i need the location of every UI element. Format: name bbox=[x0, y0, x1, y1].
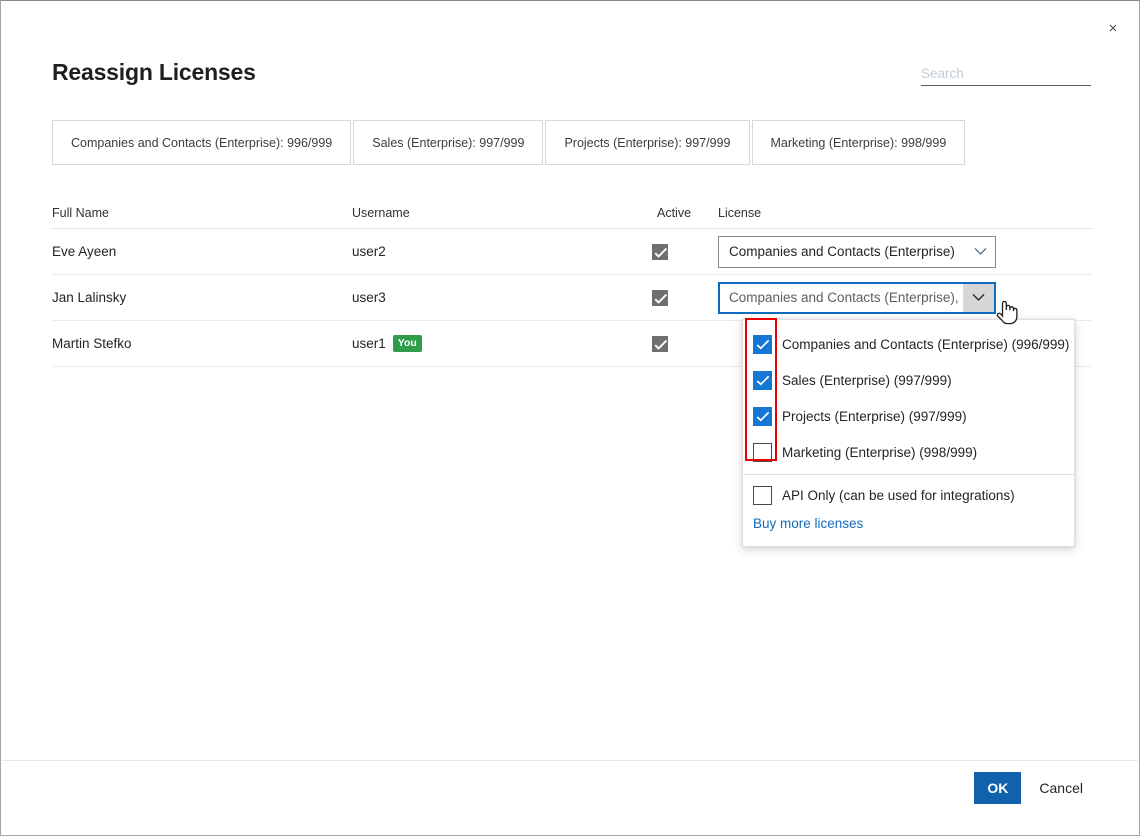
license-dropdown-panel: Companies and Contacts (Enterprise) (996… bbox=[742, 319, 1075, 547]
reassign-licenses-dialog: × Reassign Licenses Companies and Contac… bbox=[0, 0, 1140, 836]
cell-license: Companies and Contacts (Enterprise) bbox=[718, 235, 1092, 268]
username-text: user3 bbox=[352, 290, 386, 305]
cell-active bbox=[652, 243, 718, 260]
tab-label: Sales (Enterprise): 997/999 bbox=[372, 135, 525, 150]
option-label: API Only (can be used for integrations) bbox=[782, 487, 1015, 503]
tab-label: Marketing (Enterprise): 998/999 bbox=[770, 135, 947, 150]
tab-label: Projects (Enterprise): 997/999 bbox=[564, 135, 731, 150]
column-header-username: Username bbox=[352, 205, 410, 220]
tab-label: Companies and Contacts (Enterprise): 996… bbox=[71, 135, 333, 150]
table-header-row: Full Name Username Active License bbox=[52, 197, 1092, 229]
dialog-footer: OK Cancel bbox=[974, 772, 1087, 804]
option-label: Projects (Enterprise) (997/999) bbox=[782, 408, 967, 424]
dropdown-option-sales[interactable]: Sales (Enterprise) (997/999) bbox=[743, 362, 1074, 398]
dropdown-footer: Buy more licenses bbox=[743, 513, 1074, 546]
search-input[interactable] bbox=[921, 66, 1091, 86]
cell-full-name: Eve Ayeen bbox=[52, 244, 117, 259]
username-text: user1 bbox=[352, 336, 386, 351]
option-label: Sales (Enterprise) (997/999) bbox=[782, 372, 952, 388]
tab-sales[interactable]: Sales (Enterprise): 997/999 bbox=[353, 120, 544, 165]
license-combobox-open[interactable]: Companies and Contacts (Enterprise), bbox=[718, 281, 996, 314]
tab-marketing[interactable]: Marketing (Enterprise): 998/999 bbox=[751, 120, 966, 165]
license-combobox-value: Companies and Contacts (Enterprise) bbox=[729, 244, 955, 259]
table-row: Eve Ayeen user2 Companies and Contacts (… bbox=[52, 229, 1092, 275]
dropdown-option-marketing[interactable]: Marketing (Enterprise) (998/999) bbox=[743, 434, 1074, 470]
buy-more-licenses-link[interactable]: Buy more licenses bbox=[753, 516, 863, 531]
tab-projects[interactable]: Projects (Enterprise): 997/999 bbox=[545, 120, 750, 165]
cancel-button[interactable]: Cancel bbox=[1035, 772, 1087, 804]
option-label: Companies and Contacts (Enterprise) (996… bbox=[782, 336, 1070, 352]
option-checkbox[interactable] bbox=[753, 442, 772, 462]
column-header-license: License bbox=[718, 205, 762, 220]
chevron-down-icon[interactable] bbox=[965, 237, 995, 267]
username-text: user2 bbox=[352, 244, 386, 259]
ok-button[interactable]: OK bbox=[974, 772, 1022, 804]
table-row: Jan Lalinsky user3 Companies and Contact… bbox=[52, 275, 1092, 321]
footer-divider bbox=[2, 760, 1138, 761]
option-checkbox[interactable] bbox=[753, 334, 772, 354]
column-header-full-name: Full Name bbox=[52, 205, 109, 220]
cell-username: user3 bbox=[352, 290, 652, 305]
dropdown-option-companies-and-contacts[interactable]: Companies and Contacts (Enterprise) (996… bbox=[743, 326, 1074, 362]
cell-active bbox=[652, 335, 718, 352]
close-icon[interactable]: × bbox=[1098, 15, 1128, 41]
cell-username: user1 You bbox=[352, 334, 652, 353]
option-checkbox[interactable] bbox=[753, 485, 772, 505]
cell-username: user2 bbox=[352, 244, 652, 259]
active-checkbox[interactable] bbox=[652, 335, 668, 352]
dropdown-divider bbox=[743, 474, 1074, 475]
active-checkbox[interactable] bbox=[652, 289, 668, 306]
tab-companies-and-contacts[interactable]: Companies and Contacts (Enterprise): 996… bbox=[52, 120, 352, 165]
license-tabs: Companies and Contacts (Enterprise): 996… bbox=[52, 120, 967, 165]
dropdown-option-api-only[interactable]: API Only (can be used for integrations) bbox=[743, 477, 1074, 513]
chevron-down-icon[interactable] bbox=[963, 283, 994, 312]
license-combobox[interactable]: Companies and Contacts (Enterprise) bbox=[718, 235, 996, 268]
option-checkbox[interactable] bbox=[753, 406, 772, 426]
option-label: Marketing (Enterprise) (998/999) bbox=[782, 444, 978, 460]
cell-active bbox=[652, 289, 718, 306]
dropdown-option-projects[interactable]: Projects (Enterprise) (997/999) bbox=[743, 398, 1074, 434]
search-container bbox=[921, 65, 1091, 86]
cell-full-name: Martin Stefko bbox=[52, 336, 132, 351]
status-badge-you: You bbox=[392, 334, 422, 353]
cell-license: Companies and Contacts (Enterprise), bbox=[718, 281, 1092, 314]
license-combobox-value: Companies and Contacts (Enterprise), bbox=[729, 290, 959, 305]
column-header-active: Active bbox=[657, 205, 692, 220]
active-checkbox[interactable] bbox=[652, 243, 668, 260]
page-title: Reassign Licenses bbox=[52, 59, 256, 85]
cell-full-name: Jan Lalinsky bbox=[52, 290, 127, 305]
option-checkbox[interactable] bbox=[753, 370, 772, 390]
